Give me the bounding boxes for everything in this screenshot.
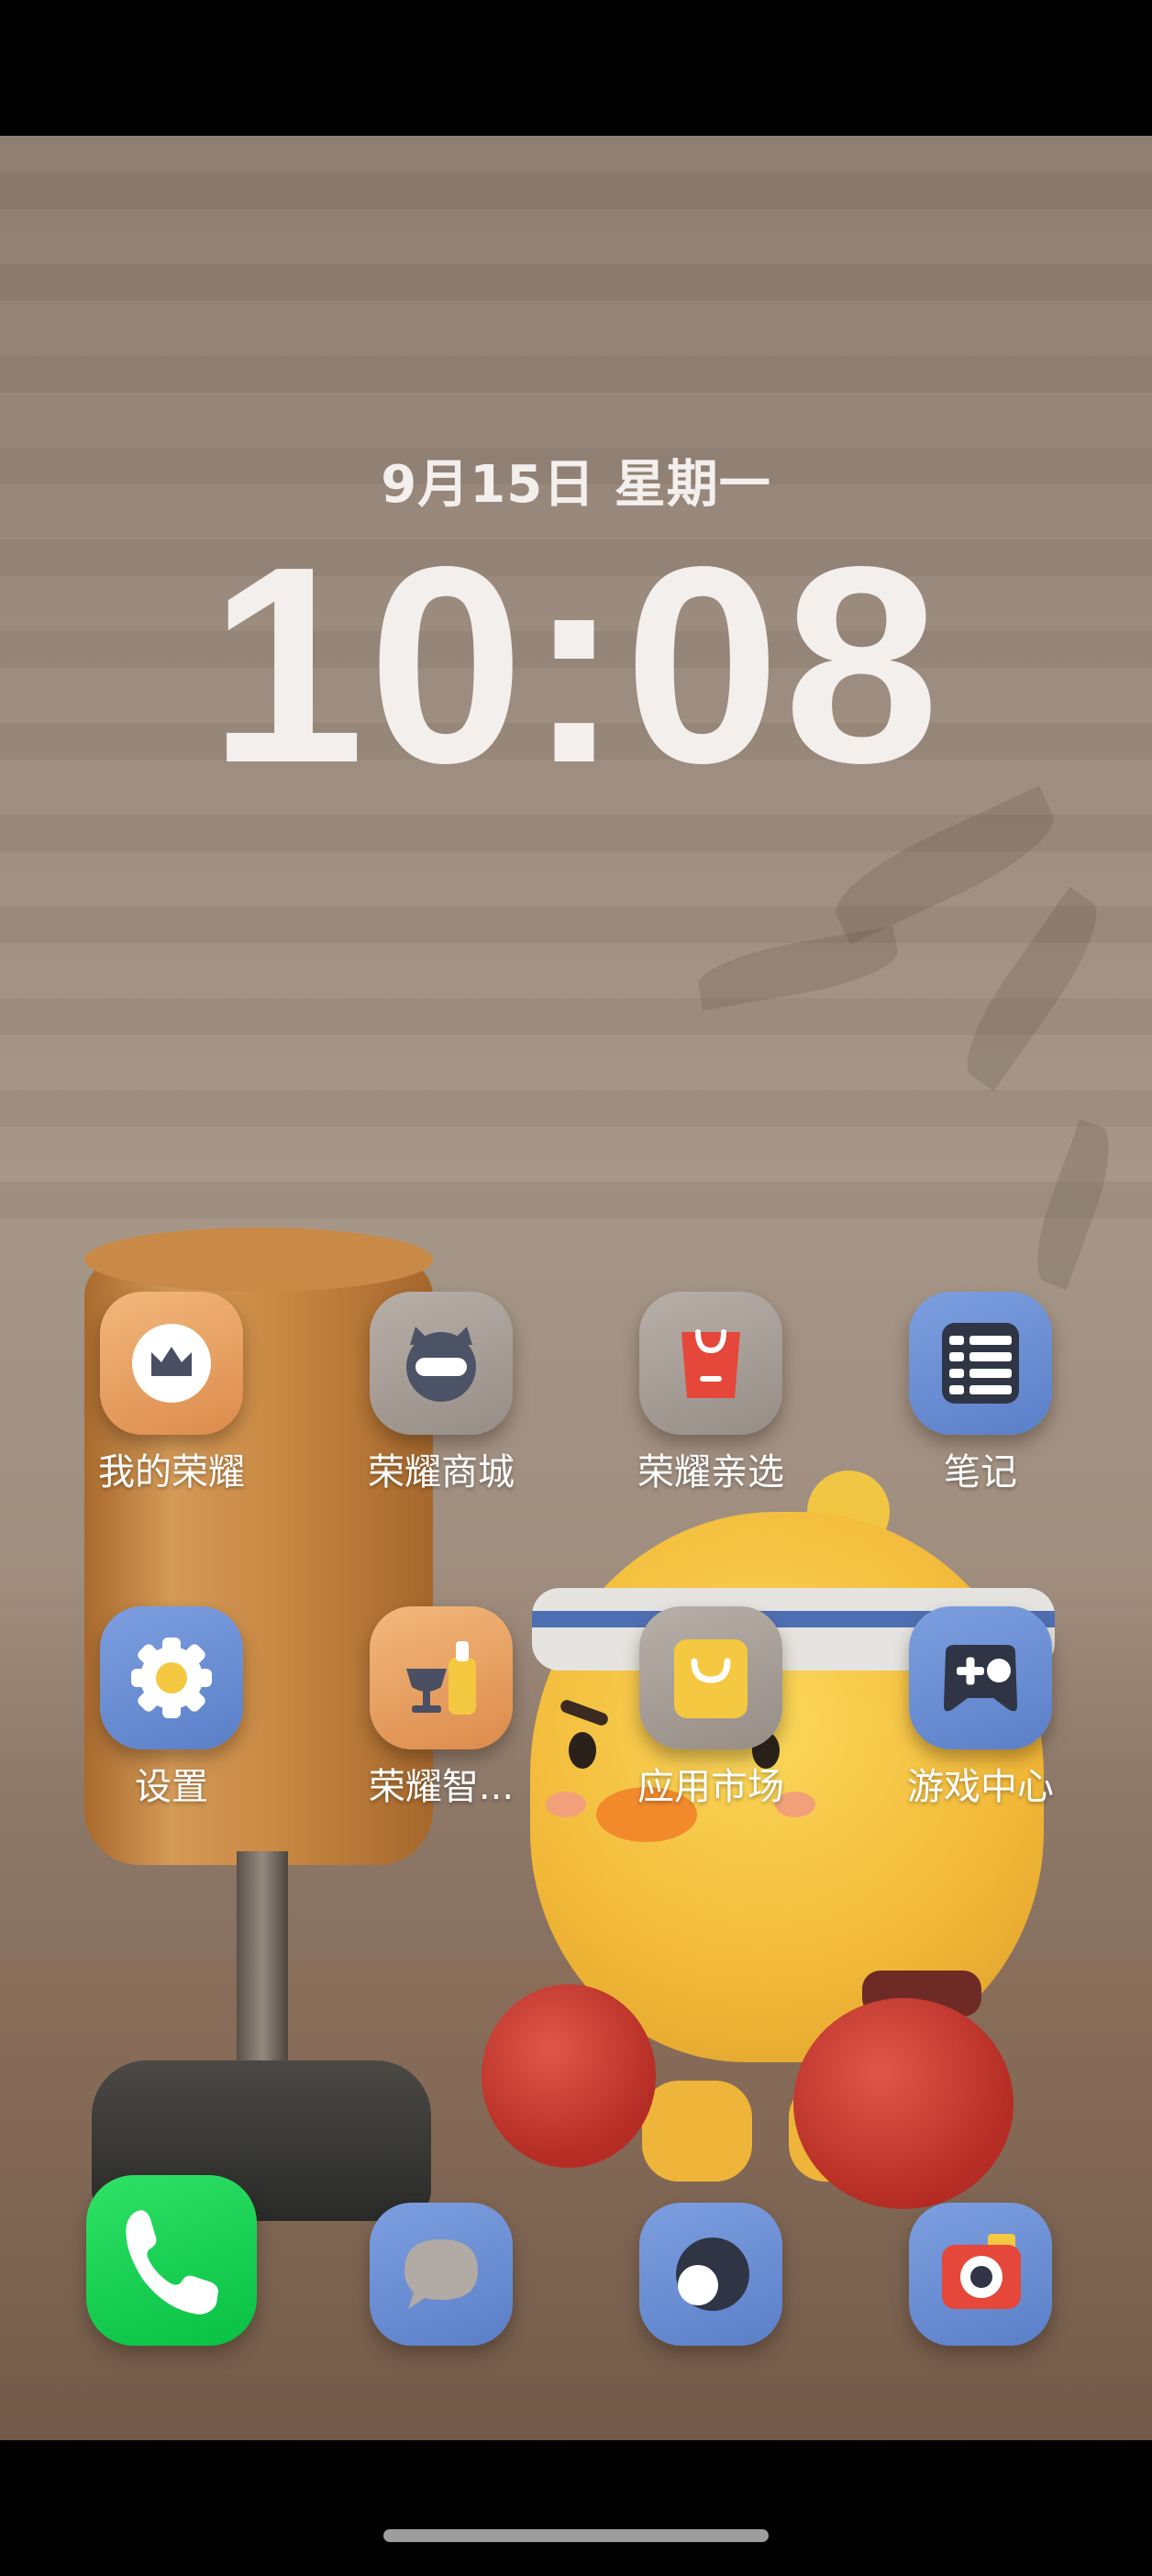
mall-icon xyxy=(370,1292,513,1435)
app-label: 游戏中心 xyxy=(907,1766,1054,1808)
browser-icon xyxy=(639,2203,782,2346)
duck-leg xyxy=(642,2081,752,2182)
dock-camera[interactable] xyxy=(884,2203,1077,2346)
app-honor-mall[interactable]: 荣耀商城 xyxy=(345,1292,537,1495)
app-label: 荣耀商城 xyxy=(368,1451,515,1493)
crown-icon xyxy=(100,1292,243,1435)
duck-eye xyxy=(569,1732,596,1769)
phone-icon xyxy=(86,2175,257,2346)
blind-shadow xyxy=(0,356,1152,393)
app-market[interactable]: 应用市场 xyxy=(615,1606,807,1810)
blind-shadow xyxy=(0,264,1152,301)
dock-phone[interactable] xyxy=(75,2175,268,2346)
app-settings[interactable]: 设置 xyxy=(75,1606,268,1810)
punching-bag-top xyxy=(84,1227,433,1292)
dock-browser[interactable] xyxy=(615,2203,807,2346)
smart-home-icon xyxy=(370,1606,513,1749)
duck-cheek xyxy=(546,1792,586,1817)
shopping-bag-icon xyxy=(639,1292,782,1435)
app-label: 应用市场 xyxy=(637,1766,784,1808)
blind-shadow xyxy=(0,172,1152,209)
blind-shadow xyxy=(0,1182,1152,1218)
home-indicator-bar[interactable] xyxy=(383,2529,769,2542)
app-label: 荣耀智... xyxy=(368,1766,515,1808)
blind-shadow xyxy=(0,1090,1152,1127)
app-honor-smart[interactable]: 荣耀智... xyxy=(345,1606,537,1810)
notes-icon xyxy=(909,1292,1052,1435)
dock-messages[interactable] xyxy=(345,2203,537,2346)
app-honor-select[interactable]: 荣耀亲选 xyxy=(615,1292,807,1495)
boxing-glove-right xyxy=(793,1998,1014,2209)
clock-time[interactable]: 10:08 xyxy=(0,523,1152,807)
app-label: 笔记 xyxy=(944,1451,1017,1493)
date-label: 9月15日 星期一 xyxy=(381,455,771,515)
app-label: 我的荣耀 xyxy=(98,1451,245,1493)
app-notes[interactable]: 笔记 xyxy=(884,1292,1077,1495)
app-game-center[interactable]: 游戏中心 xyxy=(884,1606,1077,1810)
camera-icon xyxy=(909,2203,1052,2346)
punching-bag-pole xyxy=(237,1851,288,2062)
gamepad-icon xyxy=(909,1606,1052,1749)
boxing-glove-left xyxy=(482,1984,656,2168)
app-market-icon xyxy=(639,1606,782,1749)
app-my-honor[interactable]: 我的荣耀 xyxy=(75,1292,268,1495)
messages-icon xyxy=(370,2203,513,2346)
app-label: 设置 xyxy=(135,1766,208,1808)
app-label: 荣耀亲选 xyxy=(637,1451,784,1493)
blind-shadow xyxy=(0,906,1152,943)
gear-icon xyxy=(100,1606,243,1749)
